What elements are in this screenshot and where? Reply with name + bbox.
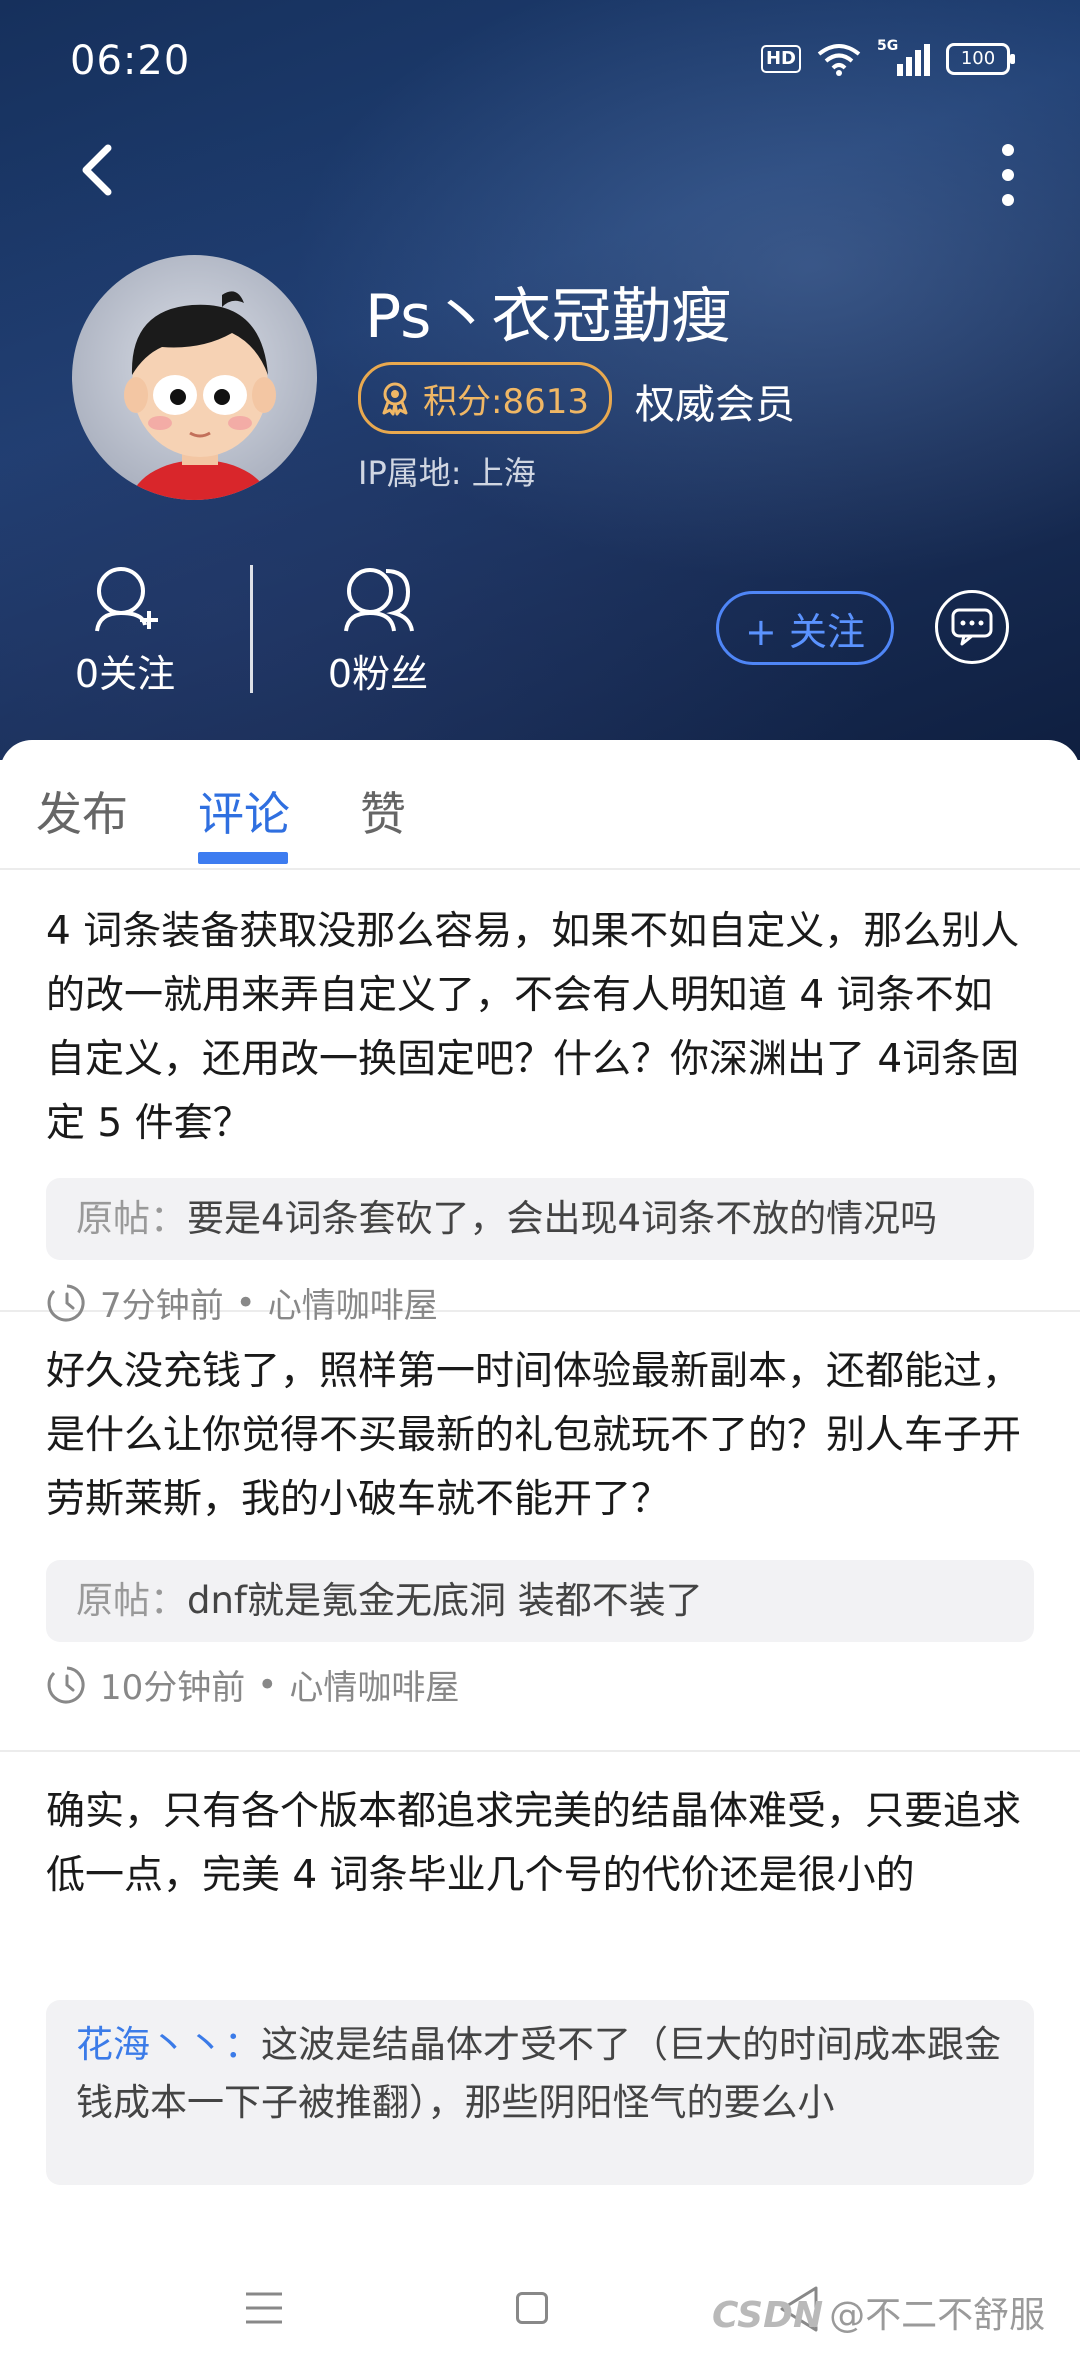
clock-icon: [47, 1666, 85, 1703]
watermark-logo: CSDN: [712, 2295, 824, 2336]
profile-name: Ps丶衣冠勤瘦: [365, 282, 732, 352]
comment-text: 确实，只有各个版本都追求完美的结晶体难受，只要追求低一点，完美 4 词条毕业几个…: [46, 1789, 1022, 1898]
avatar-illustration: [124, 291, 276, 500]
list-item[interactable]: 4 词条装备获取没那么容易，如果不如自定义，那么别人的改一就用来弄自定义了，不会…: [0, 870, 1080, 1326]
hd-icon: HD: [760, 45, 801, 73]
watermark: CSDN @不二不舒服: [712, 2286, 1045, 2338]
comment-text: 好久没充钱了，照样第一时间体验最新副本，还都能过，是什么让你觉得不买最新的礼包就…: [46, 1349, 1022, 1522]
add-user-icon: [95, 567, 158, 632]
more-options-icon[interactable]: [988, 142, 1028, 208]
follow-button[interactable]: + 关注: [716, 591, 894, 665]
message-button[interactable]: [935, 590, 1009, 664]
meta-separator: •: [257, 1664, 278, 1705]
status-icons: HD 5G 100: [760, 38, 1015, 76]
status-time: 06:20: [70, 38, 191, 84]
active-tab-indicator: [198, 852, 288, 864]
following-count: 0关注: [74, 652, 176, 696]
board-name[interactable]: 心情咖啡屋: [289, 1660, 459, 1709]
member-level: 权威会员: [635, 382, 795, 428]
back-arrow-icon[interactable]: [70, 140, 130, 200]
status-bar: 06:20 HD 5G 100: [70, 38, 1015, 88]
quote-label: 原帖：: [76, 1197, 187, 1240]
quote-text: 要是4词条套砍了，会出现4词条不放的情况吗: [187, 1197, 938, 1240]
following-stat[interactable]: 0关注: [35, 565, 215, 698]
score-badge[interactable]: 积分:8613: [358, 362, 612, 434]
stats-divider: [250, 565, 253, 693]
home-icon[interactable]: [516, 2292, 548, 2324]
tab-comments[interactable]: 评论: [198, 778, 290, 844]
followers-count: 0粉丝: [327, 652, 429, 696]
quote-text: dnf就是氪金无底洞 装都不装了: [187, 1579, 703, 1622]
followers-stat[interactable]: 0粉丝: [288, 565, 468, 698]
chat-bubble-icon: [951, 608, 993, 646]
list-item[interactable]: 确实，只有各个版本都追求完美的结晶体难受，只要追求低一点，完美 4 词条毕业几个…: [0, 1750, 1080, 2250]
medal-icon: [382, 382, 408, 416]
original-post[interactable]: 原帖：要是4词条套砍了，会出现4词条不放的情况吗: [46, 1178, 1034, 1260]
tab-likes[interactable]: 赞: [360, 778, 406, 844]
comment-text: 4 词条装备获取没那么容易，如果不如自定义，那么别人的改一就用来弄自定义了，不会…: [46, 909, 1020, 1146]
content-sheet: 发布 评论 赞 4 词条装备获取没那么容易，如果不如自定义，那么别人的改一就用来…: [0, 740, 1080, 2375]
watermark-text: @不二不舒服: [829, 2295, 1046, 2336]
profile-header: 06:20 HD 5G 100 Ps丶衣冠勤瘦 积分:8613 权威会员 IP属…: [0, 0, 1080, 760]
reply-quote[interactable]: 花海丶丶：这波是结晶体才受不了（巨大的时间成本跟金钱成本一下子被推翻），那些阴阳…: [46, 2000, 1034, 2185]
wifi-icon: [817, 44, 861, 76]
recent-apps-icon[interactable]: [244, 2290, 284, 2326]
signal-icon: 5G: [877, 38, 930, 76]
tab-bar: 发布 评论 赞: [0, 740, 1080, 870]
battery-icon: 100: [946, 43, 1015, 75]
users-icon: [344, 568, 414, 632]
list-item[interactable]: 好久没充钱了，照样第一时间体验最新副本，还都能过，是什么让你觉得不买最新的礼包就…: [0, 1310, 1080, 1752]
avatar[interactable]: [72, 255, 317, 500]
tab-posts[interactable]: 发布: [36, 778, 128, 844]
reply-username[interactable]: 花海丶丶：: [76, 2023, 261, 2066]
original-post[interactable]: 原帖：dnf就是氪金无底洞 装都不装了: [46, 1560, 1034, 1642]
ip-location: IP属地: 上海: [358, 454, 536, 492]
quote-label: 原帖：: [76, 1579, 187, 1622]
comment-time: 10分钟前: [100, 1668, 246, 1708]
comment-meta: 10分钟前 • 心情咖啡屋: [46, 1660, 459, 1709]
score-text: 积分:8613: [423, 381, 589, 422]
